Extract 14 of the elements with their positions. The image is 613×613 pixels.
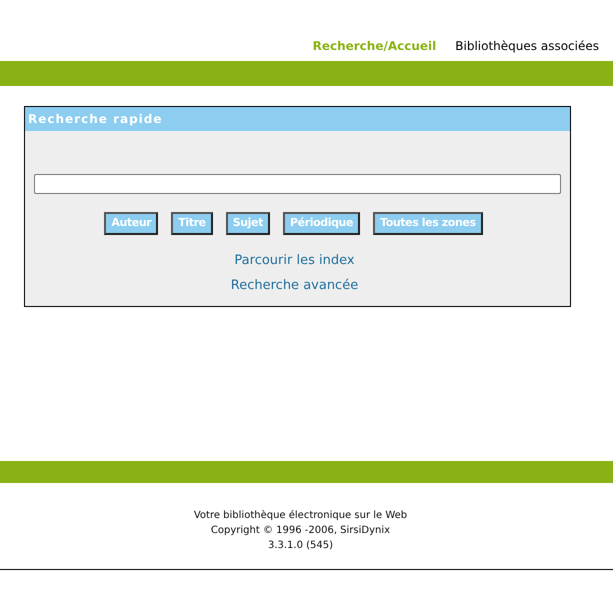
nav-link[interactable]: Bibliothèques associées xyxy=(455,37,599,55)
search-button[interactable]: Périodique xyxy=(282,212,360,235)
search-button[interactable]: Toutes les zones xyxy=(373,212,483,235)
footer-text: 3.3.1.0 (545) xyxy=(268,539,334,553)
panel-title: Recherche rapide xyxy=(28,111,163,128)
footer-text: Votre bibliothèque électronique sur le Web xyxy=(194,509,408,523)
footer-text: Copyright © 1996 -2006, SirsiDynix xyxy=(210,524,390,538)
link[interactable]: Parcourir les index xyxy=(234,252,355,269)
nav-link[interactable]: Recherche/Accueil xyxy=(312,37,436,55)
search-button[interactable]: Titre xyxy=(171,212,213,235)
input-field[interactable] xyxy=(34,174,561,194)
search-button[interactable]: Sujet xyxy=(226,212,270,235)
search-button[interactable]: Auteur xyxy=(104,212,158,235)
link[interactable]: Recherche avancée xyxy=(230,277,358,294)
